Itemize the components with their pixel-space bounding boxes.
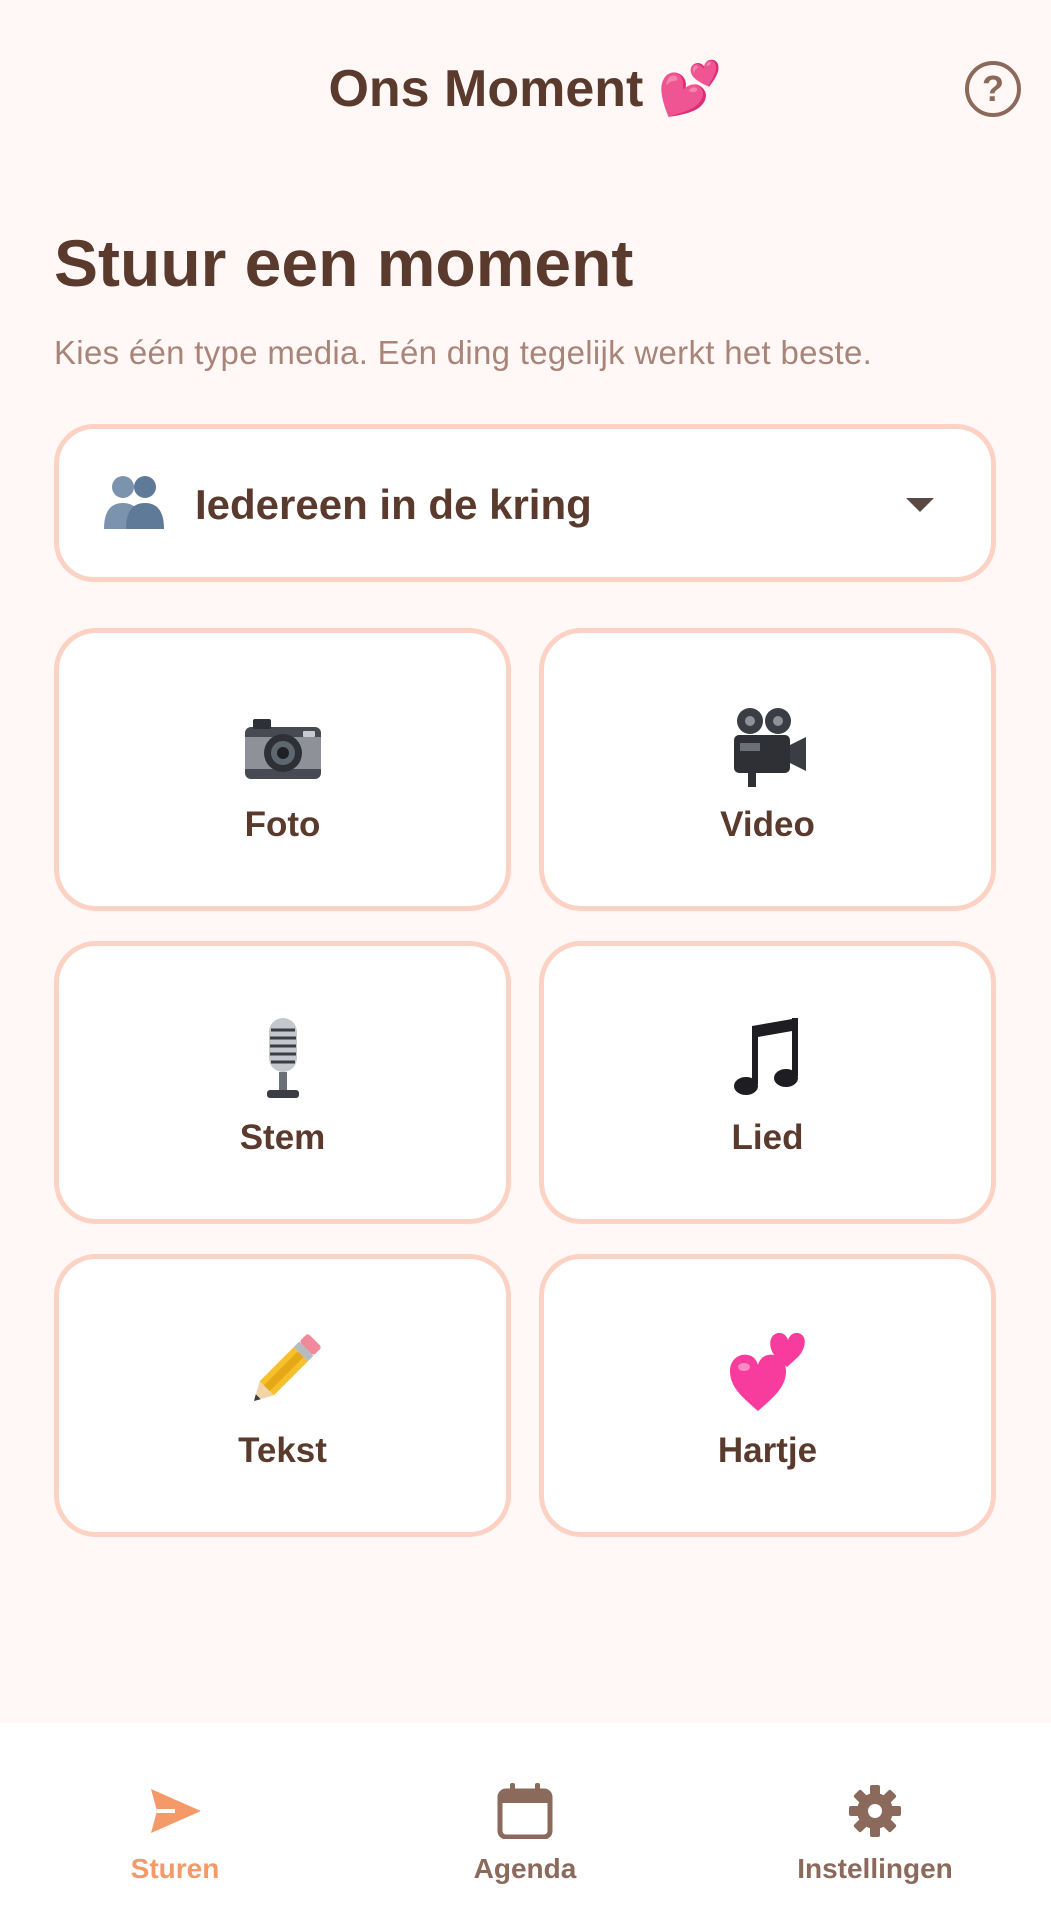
nav-item-agenda[interactable]: Agenda	[350, 1723, 700, 1920]
calendar-icon	[497, 1783, 553, 1839]
media-tile-stem[interactable]: Stem	[54, 941, 511, 1224]
camera-icon	[244, 719, 321, 779]
header: Ons Moment 💕 ?	[0, 0, 1051, 180]
help-button[interactable]: ?	[965, 61, 1021, 117]
caret-down-icon	[906, 498, 934, 512]
media-label: Stem	[239, 1118, 326, 1157]
nav-label: Sturen	[130, 1853, 220, 1884]
media-label: Hartje	[717, 1431, 818, 1470]
page-subtitle: Kies één type media. Eén ding tegelijk w…	[54, 334, 873, 371]
app: Ons Moment 💕 ? Stuur een moment Kies één…	[0, 0, 1051, 1920]
nav-item-instellingen[interactable]: Instellingen	[700, 1723, 1050, 1920]
media-label: Lied	[731, 1118, 804, 1157]
video-camera-icon	[733, 708, 806, 787]
nav-label: Instellingen	[797, 1853, 953, 1884]
media-label: Video	[720, 805, 815, 844]
music-note-icon	[733, 1018, 798, 1095]
media-label: Tekst	[238, 1431, 327, 1470]
hearts-icon	[729, 1332, 805, 1411]
nav-item-sturen[interactable]: Sturen	[0, 1723, 350, 1920]
recipient-label: Iedereen in de kring	[195, 481, 592, 528]
page-title: Stuur een moment	[54, 226, 634, 300]
gear-icon	[849, 1785, 901, 1837]
pencil-icon	[253, 1334, 321, 1401]
media-tile-hartje[interactable]: Hartje	[539, 1254, 996, 1537]
media-tile-foto[interactable]: Foto	[54, 628, 511, 911]
app-title: Ons Moment 💕	[328, 60, 723, 118]
people-icon	[104, 476, 164, 529]
media-tile-video[interactable]: Video	[539, 628, 996, 911]
microphone-icon	[266, 1018, 299, 1098]
media-label: Foto	[244, 805, 321, 844]
bottom-nav: Sturen Agenda Instellingen	[0, 1723, 1051, 1920]
recipient-select[interactable]: Iedereen in de kring	[54, 424, 996, 582]
send-icon	[151, 1789, 201, 1833]
help-circle-icon: ?	[982, 68, 1004, 109]
media-tile-tekst[interactable]: Tekst	[54, 1254, 511, 1537]
nav-label: Agenda	[473, 1853, 577, 1884]
media-tile-lied[interactable]: Lied	[539, 941, 996, 1224]
